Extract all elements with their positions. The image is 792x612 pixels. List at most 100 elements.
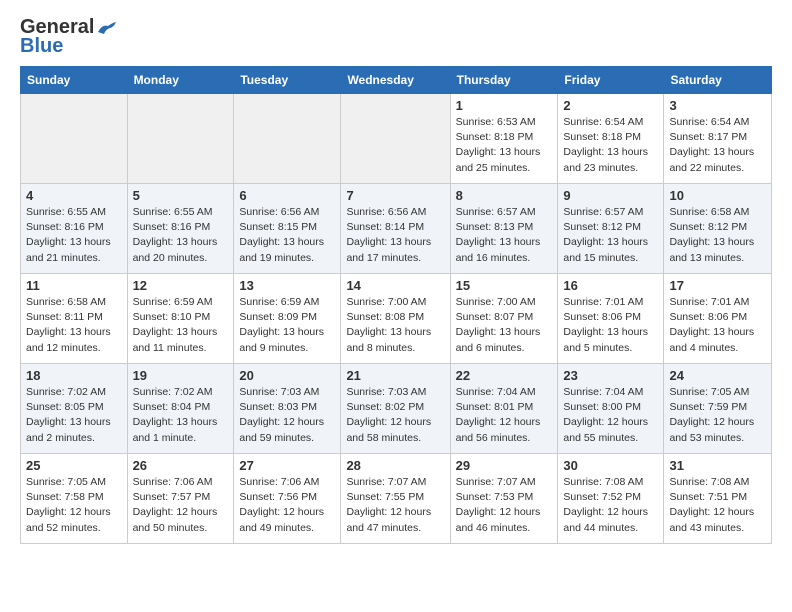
day-number: 3 <box>669 98 766 113</box>
day-cell: 10 Sunrise: 6:58 AM Sunset: 8:12 PM Dayli… <box>664 184 772 274</box>
day-number: 9 <box>563 188 658 203</box>
week-row-4: 18Sunrise: 7:02 AM Sunset: 8:05 PM Dayli… <box>21 364 772 454</box>
day-cell: 24Sunrise: 7:05 AM Sunset: 7:59 PM Dayli… <box>664 364 772 454</box>
day-cell: 8 Sunrise: 6:57 AM Sunset: 8:13 PM Daylig… <box>450 184 558 274</box>
day-info: Sunrise: 6:54 AM Sunset: 8:17 PM Dayligh… <box>669 115 766 176</box>
day-cell: 6Sunrise: 6:56 AM Sunset: 8:15 PM Daylig… <box>234 184 341 274</box>
day-number: 29 <box>456 458 553 473</box>
day-cell <box>341 94 450 184</box>
day-cell: 20 Sunrise: 7:03 AM Sunset: 8:03 PM Dayli… <box>234 364 341 454</box>
day-info: Sunrise: 7:04 AM Sunset: 8:00 PM Dayligh… <box>563 385 658 446</box>
day-info: Sunrise: 6:55 AM Sunset: 8:16 PM Dayligh… <box>133 205 229 266</box>
day-number: 23 <box>563 368 658 383</box>
day-cell: 1 Sunrise: 6:53 AM Sunset: 8:18 PM Daylig… <box>450 94 558 184</box>
day-info: Sunrise: 7:03 AM Sunset: 8:03 PM Dayligh… <box>239 385 335 446</box>
day-cell: 29Sunrise: 7:07 AM Sunset: 7:53 PM Dayli… <box>450 454 558 544</box>
day-info: Sunrise: 7:06 AM Sunset: 7:57 PM Dayligh… <box>133 475 229 536</box>
calendar-table: SundayMondayTuesdayWednesdayThursdayFrid… <box>20 66 772 544</box>
day-number: 21 <box>346 368 444 383</box>
header-row: SundayMondayTuesdayWednesdayThursdayFrid… <box>21 67 772 94</box>
day-cell: 19Sunrise: 7:02 AM Sunset: 8:04 PM Dayli… <box>127 364 234 454</box>
day-cell: 18Sunrise: 7:02 AM Sunset: 8:05 PM Dayli… <box>21 364 128 454</box>
header-cell-monday: Monday <box>127 67 234 94</box>
day-info: Sunrise: 6:55 AM Sunset: 8:16 PM Dayligh… <box>26 205 122 266</box>
day-cell <box>21 94 128 184</box>
day-cell: 21 Sunrise: 7:03 AM Sunset: 8:02 PM Dayli… <box>341 364 450 454</box>
day-number: 8 <box>456 188 553 203</box>
page-header: General Blue <box>20 16 772 58</box>
logo-bird-icon <box>96 20 118 36</box>
day-info: Sunrise: 6:58 AM Sunset: 8:12 PM Dayligh… <box>669 205 766 266</box>
day-info: Sunrise: 7:05 AM Sunset: 7:58 PM Dayligh… <box>26 475 122 536</box>
day-number: 16 <box>563 278 658 293</box>
header-cell-tuesday: Tuesday <box>234 67 341 94</box>
day-number: 19 <box>133 368 229 383</box>
day-info: Sunrise: 7:04 AM Sunset: 8:01 PM Dayligh… <box>456 385 553 446</box>
day-cell: 13 Sunrise: 6:59 AM Sunset: 8:09 PM Dayli… <box>234 274 341 364</box>
day-info: Sunrise: 6:59 AM Sunset: 8:10 PM Dayligh… <box>133 295 229 356</box>
day-cell: 26 Sunrise: 7:06 AM Sunset: 7:57 PM Dayli… <box>127 454 234 544</box>
day-cell: 25 Sunrise: 7:05 AM Sunset: 7:58 PM Dayli… <box>21 454 128 544</box>
week-row-1: 1 Sunrise: 6:53 AM Sunset: 8:18 PM Daylig… <box>21 94 772 184</box>
header-cell-sunday: Sunday <box>21 67 128 94</box>
day-cell <box>234 94 341 184</box>
day-cell: 7 Sunrise: 6:56 AM Sunset: 8:14 PM Daylig… <box>341 184 450 274</box>
day-number: 11 <box>26 278 122 293</box>
day-number: 30 <box>563 458 658 473</box>
day-info: Sunrise: 6:53 AM Sunset: 8:18 PM Dayligh… <box>456 115 553 176</box>
day-cell: 22 Sunrise: 7:04 AM Sunset: 8:01 PM Dayli… <box>450 364 558 454</box>
calendar-header: SundayMondayTuesdayWednesdayThursdayFrid… <box>21 67 772 94</box>
header-cell-saturday: Saturday <box>664 67 772 94</box>
day-cell: 12 Sunrise: 6:59 AM Sunset: 8:10 PM Dayli… <box>127 274 234 364</box>
day-info: Sunrise: 7:01 AM Sunset: 8:06 PM Dayligh… <box>563 295 658 356</box>
day-number: 1 <box>456 98 553 113</box>
week-row-3: 11 Sunrise: 6:58 AM Sunset: 8:11 PM Dayli… <box>21 274 772 364</box>
day-number: 7 <box>346 188 444 203</box>
day-cell: 5 Sunrise: 6:55 AM Sunset: 8:16 PM Daylig… <box>127 184 234 274</box>
week-row-2: 4 Sunrise: 6:55 AM Sunset: 8:16 PM Daylig… <box>21 184 772 274</box>
day-info: Sunrise: 7:08 AM Sunset: 7:52 PM Dayligh… <box>563 475 658 536</box>
day-cell: 11 Sunrise: 6:58 AM Sunset: 8:11 PM Dayli… <box>21 274 128 364</box>
day-number: 27 <box>239 458 335 473</box>
day-info: Sunrise: 6:59 AM Sunset: 8:09 PM Dayligh… <box>239 295 335 356</box>
week-row-5: 25 Sunrise: 7:05 AM Sunset: 7:58 PM Dayli… <box>21 454 772 544</box>
day-cell <box>127 94 234 184</box>
day-number: 2 <box>563 98 658 113</box>
header-cell-friday: Friday <box>558 67 664 94</box>
day-cell: 17Sunrise: 7:01 AM Sunset: 8:06 PM Dayli… <box>664 274 772 364</box>
day-cell: 27Sunrise: 7:06 AM Sunset: 7:56 PM Dayli… <box>234 454 341 544</box>
day-info: Sunrise: 6:57 AM Sunset: 8:13 PM Dayligh… <box>456 205 553 266</box>
day-cell: 31Sunrise: 7:08 AM Sunset: 7:51 PM Dayli… <box>664 454 772 544</box>
day-number: 22 <box>456 368 553 383</box>
day-number: 25 <box>26 458 122 473</box>
day-cell: 28 Sunrise: 7:07 AM Sunset: 7:55 PM Dayli… <box>341 454 450 544</box>
day-number: 20 <box>239 368 335 383</box>
day-cell: 15Sunrise: 7:00 AM Sunset: 8:07 PM Dayli… <box>450 274 558 364</box>
day-number: 14 <box>346 278 444 293</box>
logo: General Blue <box>20 16 118 58</box>
day-cell: 3 Sunrise: 6:54 AM Sunset: 8:17 PM Daylig… <box>664 94 772 184</box>
calendar-body: 1 Sunrise: 6:53 AM Sunset: 8:18 PM Daylig… <box>21 94 772 544</box>
day-number: 4 <box>26 188 122 203</box>
header-cell-wednesday: Wednesday <box>341 67 450 94</box>
day-number: 13 <box>239 278 335 293</box>
day-cell: 14 Sunrise: 7:00 AM Sunset: 8:08 PM Dayli… <box>341 274 450 364</box>
day-number: 26 <box>133 458 229 473</box>
day-info: Sunrise: 7:08 AM Sunset: 7:51 PM Dayligh… <box>669 475 766 536</box>
day-info: Sunrise: 6:56 AM Sunset: 8:14 PM Dayligh… <box>346 205 444 266</box>
day-info: Sunrise: 7:07 AM Sunset: 7:55 PM Dayligh… <box>346 475 444 536</box>
day-cell: 2Sunrise: 6:54 AM Sunset: 8:18 PM Daylig… <box>558 94 664 184</box>
day-info: Sunrise: 7:05 AM Sunset: 7:59 PM Dayligh… <box>669 385 766 446</box>
day-number: 5 <box>133 188 229 203</box>
day-cell: 9Sunrise: 6:57 AM Sunset: 8:12 PM Daylig… <box>558 184 664 274</box>
day-info: Sunrise: 6:58 AM Sunset: 8:11 PM Dayligh… <box>26 295 122 356</box>
day-cell: 23 Sunrise: 7:04 AM Sunset: 8:00 PM Dayli… <box>558 364 664 454</box>
day-number: 10 <box>669 188 766 203</box>
header-cell-thursday: Thursday <box>450 67 558 94</box>
day-cell: 30 Sunrise: 7:08 AM Sunset: 7:52 PM Dayli… <box>558 454 664 544</box>
day-info: Sunrise: 7:03 AM Sunset: 8:02 PM Dayligh… <box>346 385 444 446</box>
day-info: Sunrise: 7:00 AM Sunset: 8:08 PM Dayligh… <box>346 295 444 356</box>
day-number: 28 <box>346 458 444 473</box>
day-number: 15 <box>456 278 553 293</box>
day-number: 12 <box>133 278 229 293</box>
